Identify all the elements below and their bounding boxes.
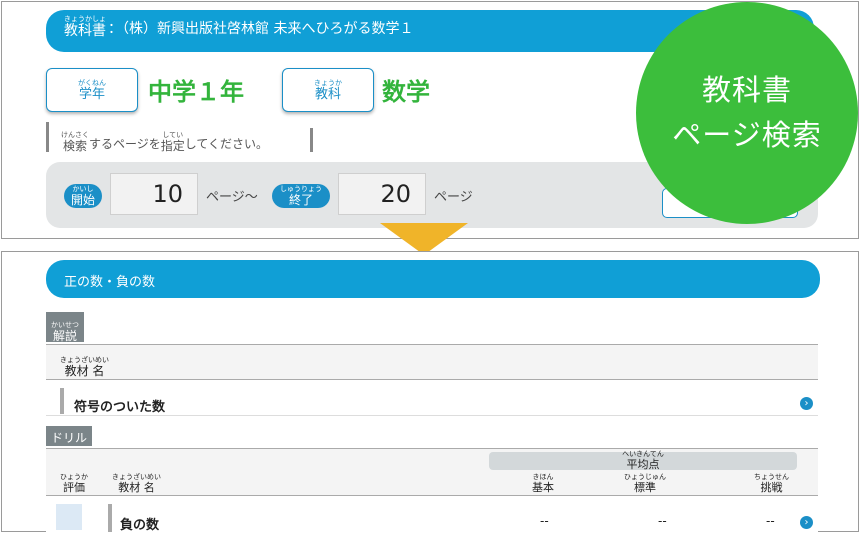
row-marker	[60, 388, 64, 414]
challenge-score: --	[766, 514, 775, 528]
end-page-input[interactable]: 20	[338, 173, 426, 215]
drill-row-marker	[108, 504, 112, 532]
average-score-header: へいきんてん 平均点	[489, 450, 797, 471]
material-ruby: きょうざいめい	[60, 356, 109, 364]
drill-item-title[interactable]: 負の数	[120, 514, 159, 533]
average-ruby: へいきんてん	[622, 450, 664, 458]
standard-column: ひょうじゅん 標準	[624, 473, 666, 494]
eval-label: 評価	[63, 481, 85, 494]
subject-value: 数学	[382, 78, 430, 106]
subject-button[interactable]: きょうか 教科	[282, 68, 374, 112]
kaisetsu-tab: かいせつ 解説	[46, 312, 84, 342]
drill-material-ruby: きょうざいめい	[112, 473, 161, 481]
challenge-column: ちょうせん 挑戦	[754, 473, 789, 494]
drill-material-label: 教材 名	[118, 481, 155, 494]
grade-button[interactable]: がくねん 学年	[46, 68, 138, 112]
open-link-icon[interactable]: ›	[800, 397, 813, 410]
page-suffix-label: ページ	[434, 190, 473, 205]
end-ruby: しゅうりょう	[280, 185, 322, 193]
challenge-ruby: ちょうせん	[754, 473, 789, 481]
subject-button-label: 教科	[314, 86, 341, 102]
eval-column: ひょうか 評価	[60, 473, 88, 494]
basic-ruby: きほん	[532, 473, 554, 481]
standard-score: --	[658, 514, 667, 528]
textbook-name: ：（株）新興出版社啓林館 未来へひろがる数学１	[108, 21, 414, 37]
hint-ruby-2: してい	[162, 131, 184, 139]
basic-score: --	[540, 514, 549, 528]
kaisetsu-ruby: かいせつ	[51, 321, 79, 329]
grade-button-label: 学年	[78, 86, 105, 102]
subject-button-ruby: きょうか	[314, 78, 342, 87]
start-label-text: 開始	[70, 193, 95, 207]
end-label-text: 終了	[288, 193, 313, 207]
end-label: しゅうりょう 終了	[272, 184, 330, 208]
hint-kanji-2: 指定	[160, 139, 185, 153]
page-tilde-label: ページ～	[206, 190, 258, 205]
kaisetsu-row[interactable]: 符号のついた数 ›	[46, 382, 818, 416]
hint-ruby-1: けんさく	[61, 131, 89, 139]
feature-badge: 教科書 ページ検索	[636, 2, 858, 224]
unit-title: 正の数・負の数	[64, 275, 156, 290]
kaisetsu-item-title[interactable]: 符号のついた数	[74, 396, 165, 415]
material-label: 教材 名	[64, 364, 105, 378]
badge-line-2: ページ検索	[672, 118, 822, 152]
grade-value: 中学１年	[148, 78, 244, 106]
hint-kanji-1: 検索	[62, 139, 87, 153]
drill-label: ドリル	[51, 431, 88, 445]
hint-mid: するページを	[89, 137, 161, 151]
start-label: かいし 開始	[64, 184, 102, 208]
standard-label: 標準	[634, 481, 656, 494]
drill-tab: ドリル	[46, 426, 93, 446]
basic-label: 基本	[532, 481, 554, 494]
start-ruby: かいし	[72, 185, 94, 193]
unit-results-panel: 正の数・負の数 かいせつ 解説 きょうざいめい 教材 名 符号のついた数 › ド…	[1, 251, 859, 533]
textbook-label: きょうかしょ 教科書	[64, 15, 106, 39]
badge-line-1: 教科書	[701, 73, 792, 108]
kaisetsu-label: 解説	[52, 329, 77, 343]
drill-open-link-icon[interactable]: ›	[800, 516, 813, 529]
textbook-label-text: 教科書	[64, 23, 106, 39]
start-page-input[interactable]: 10	[110, 173, 198, 215]
drill-row[interactable]: 負の数 -- -- -- ›	[46, 500, 818, 533]
eval-indicator	[56, 504, 82, 530]
kaisetsu-table-header: きょうざいめい 教材 名	[46, 344, 818, 380]
textbook-label-ruby: きょうかしょ	[64, 15, 106, 23]
hint-end: してください。	[184, 137, 269, 151]
drill-material-column: きょうざいめい 教材 名	[112, 473, 161, 494]
hint-divider	[310, 128, 313, 152]
grade-button-ruby: がくねん	[78, 78, 106, 87]
standard-ruby: ひょうじゅん	[624, 473, 666, 481]
eval-ruby: ひょうか	[60, 473, 88, 481]
average-label: 平均点	[626, 458, 660, 471]
unit-title-bar: 正の数・負の数	[46, 260, 820, 298]
basic-column: きほん 基本	[532, 473, 554, 494]
search-hint: けんさく 検索 するページを してい 指定 してください。	[46, 122, 268, 152]
challenge-label: 挑戦	[760, 481, 783, 494]
